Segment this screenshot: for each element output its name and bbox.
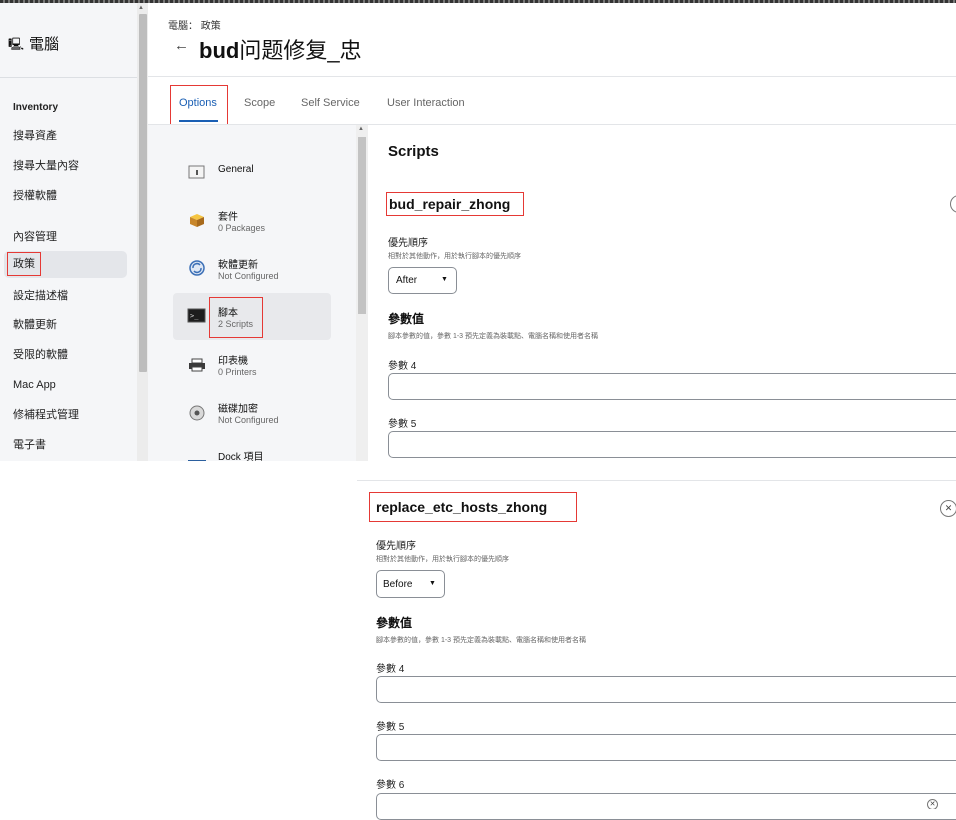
dock-icon: [187, 453, 207, 461]
page-title: bud问题修复_忠: [199, 38, 362, 63]
params-heading: 參數值: [376, 616, 413, 630]
tab-self-service[interactable]: Self Service: [301, 97, 360, 109]
sidebar-item-policies[interactable]: 政策: [7, 252, 41, 276]
remove-script-button[interactable]: ✕: [940, 500, 956, 517]
payload-nav-disk-encryption-status: Not Configured: [218, 415, 279, 425]
tab-user-interaction[interactable]: User Interaction: [387, 97, 465, 109]
sidebar-item-search-bulk[interactable]: 搜尋大量內容: [13, 159, 79, 173]
param-5-input[interactable]: [388, 431, 956, 458]
close-icon: ✕: [940, 500, 956, 517]
sidebar-item-licensed-software[interactable]: 授權軟體: [13, 189, 57, 203]
payload-nav-general[interactable]: General: [218, 164, 254, 175]
payload-nav-scripts[interactable]: 腳本: [218, 304, 238, 319]
priority-label: 優先順序: [388, 238, 428, 249]
params-hint: 腳本參數的值，參數 1-3 預先定義為裝載點、電腦名稱和使用者名稱: [376, 637, 587, 644]
priority-select-value: Before: [383, 579, 413, 590]
software-update-icon: [187, 259, 207, 276]
sidebar-item-restricted-software[interactable]: 受限的軟體: [13, 348, 68, 362]
priority-select-value: After: [396, 275, 418, 286]
payload-nav-software-updates-status: Not Configured: [218, 271, 279, 281]
tab-options[interactable]: Options: [179, 97, 217, 109]
disk-encryption-icon: [187, 404, 207, 421]
sidebar-title: 🖳 電腦: [8, 36, 60, 53]
clear-input-icon[interactable]: ✕: [927, 799, 938, 809]
script-name: replace_etc_hosts_zhong: [376, 499, 548, 515]
param-5-label: 參數 5: [388, 419, 417, 430]
chevron-down-icon: ▼: [441, 276, 448, 283]
param-4-input[interactable]: [376, 676, 956, 703]
scroll-up-arrow-icon[interactable]: ▲: [138, 5, 144, 11]
param-5-label: 參數 5: [376, 722, 405, 733]
general-icon: [187, 164, 207, 180]
section-divider: [357, 480, 956, 481]
sidebar-item-patch-management[interactable]: 修補程式管理: [13, 408, 79, 422]
script-name: bud_repair_zhong: [389, 196, 511, 212]
payload-nav-dock-items[interactable]: Dock 項目: [218, 448, 264, 463]
tab-active-underline: [179, 120, 218, 122]
payload-nav-software-updates[interactable]: 軟體更新: [218, 256, 258, 271]
scroll-up-arrow-icon[interactable]: ▲: [358, 126, 364, 132]
priority-select[interactable]: After ▼: [388, 267, 457, 294]
sidebar-divider: [0, 77, 137, 78]
payload-nav-packages[interactable]: 套件: [218, 208, 238, 223]
computer-icon: 🖳: [8, 37, 25, 51]
priority-label: 優先順序: [376, 541, 416, 552]
remove-script-button[interactable]: [950, 195, 956, 215]
breadcrumb[interactable]: 電腦： 政策: [168, 17, 221, 32]
param-4-label: 參數 4: [388, 361, 417, 372]
sidebar-item-software-updates[interactable]: 軟體更新: [13, 318, 57, 332]
payload-nav-scrollbar-thumb[interactable]: [358, 137, 366, 314]
payload-nav-printers[interactable]: 印表機: [218, 352, 248, 367]
param-5-input[interactable]: [376, 734, 956, 761]
back-arrow-icon[interactable]: ←: [174, 37, 189, 54]
param-6-label: 參數 6: [376, 780, 405, 791]
payload-nav-scripts-count: 2 Scripts: [218, 319, 254, 329]
scripts-heading: Scripts: [388, 143, 439, 160]
sidebar-item-ebooks[interactable]: 電子書: [13, 438, 46, 452]
priority-hint: 相對於其他動作，用於執行腳本的優先順序: [388, 253, 521, 260]
params-heading: 參數值: [388, 312, 425, 326]
sidebar-item-mac-app[interactable]: Mac App: [13, 378, 56, 392]
header-divider: [148, 76, 956, 77]
payload-nav-disk-encryption[interactable]: 磁碟加密: [218, 400, 258, 415]
tab-scope[interactable]: Scope: [244, 97, 275, 109]
package-icon: [187, 211, 207, 227]
priority-hint: 相對於其他動作，用於執行腳本的優先順序: [376, 556, 509, 563]
param-4-label: 參數 4: [376, 664, 405, 675]
printer-icon: [187, 357, 207, 373]
params-hint: 腳本參數的值，參數 1-3 預先定義為裝載點、電腦名稱和使用者名稱: [388, 333, 599, 340]
sidebar-item-search-assets[interactable]: 搜尋資產: [13, 129, 57, 143]
sidebar-scrollbar-thumb[interactable]: [139, 14, 147, 372]
param-6-input[interactable]: [376, 793, 956, 820]
priority-select[interactable]: Before ▼: [376, 570, 445, 598]
svg-text:>_: >_: [190, 312, 199, 320]
chevron-down-icon: ▼: [429, 580, 436, 587]
sidebar-section-inventory: Inventory: [13, 102, 59, 113]
payload-nav-packages-count: 0 Packages: [218, 223, 266, 233]
payload-nav-printers-count: 0 Printers: [218, 367, 257, 377]
sidebar-section-content-management: 內容管理: [13, 231, 57, 243]
sidebar-item-configuration-profiles[interactable]: 設定描述檔: [13, 289, 68, 303]
param-4-input[interactable]: [388, 373, 956, 400]
terminal-icon: >_: [187, 308, 207, 324]
